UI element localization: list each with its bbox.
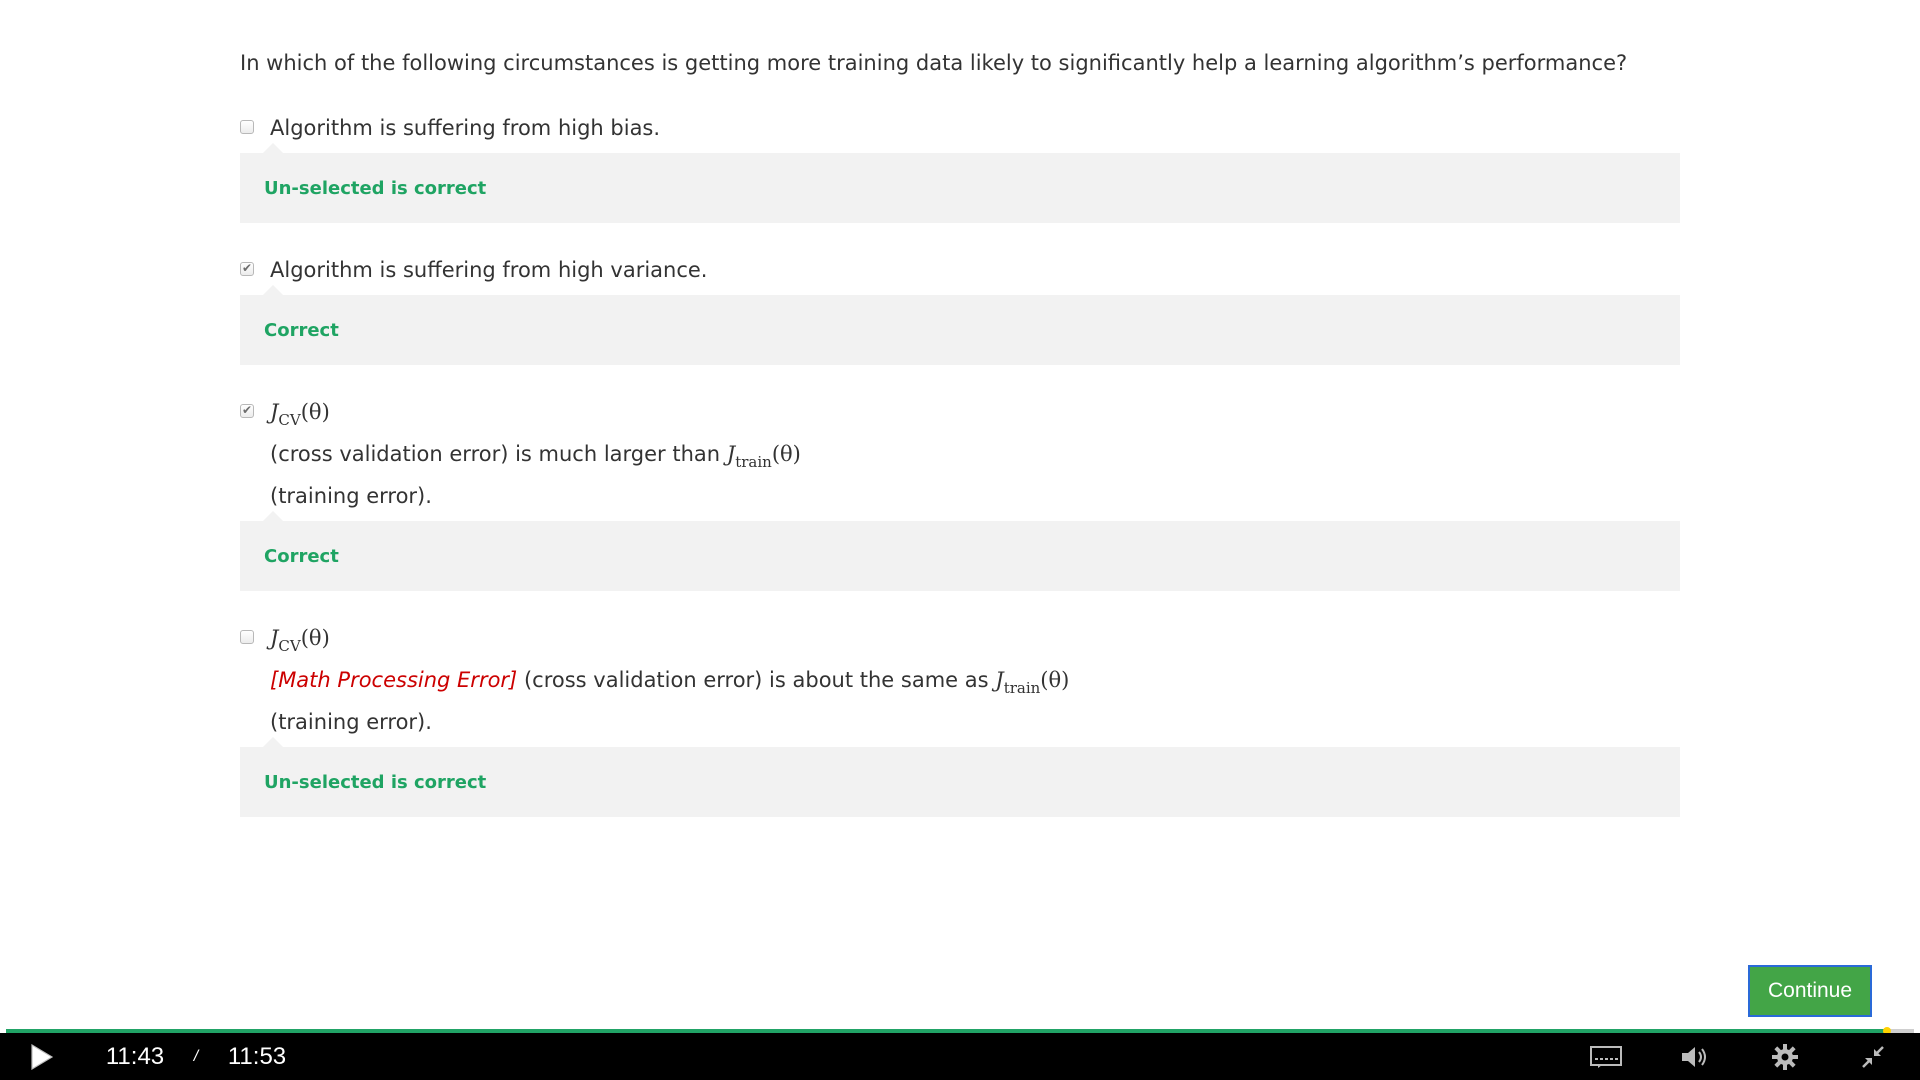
math-argument: (θ) [300,626,330,650]
option-3-text-line: (cross validation error) is much larger … [270,437,1680,479]
math-argument: (θ) [1040,668,1070,692]
math-processing-error: [Math Processing Error] [270,668,518,692]
option-1-label: Algorithm is suffering from high bias. [270,116,661,140]
option-3-mid-text: (cross validation error) is much larger … [270,442,721,466]
quiz-page: In which of the following circumstances … [0,0,1920,1080]
option-4-feedback: Un-selected is correct [240,737,1680,817]
option-4-end-text: (training error). [270,710,432,734]
time-separator: / [193,1047,199,1065]
option-4-checkbox[interactable] [240,630,254,644]
option-3-row[interactable]: JCV(θ) (cross validation error) is much … [240,395,1680,521]
option-4-formula-line: JCV(θ) [270,621,1680,663]
math-argument: (θ) [300,400,330,424]
video-controls: 11:43 / 11:53 [0,1033,1920,1080]
option-3-checkbox[interactable] [240,402,254,418]
captions-icon[interactable] [1588,1033,1624,1080]
j-train-formula: Jtrain(θ) [726,442,801,471]
current-time: 11:43 [105,1042,165,1070]
option-4-row[interactable]: JCV(θ) [Math Processing Error] (cross va… [240,621,1680,747]
option-3-end-text: (training error). [270,484,432,508]
exit-fullscreen-icon[interactable] [1856,1033,1890,1080]
question-text: In which of the following circumstances … [240,51,1628,75]
j-cv-formula: JCV(θ) [270,400,330,429]
gear-icon[interactable] [1768,1033,1802,1080]
duration-time: 11:53 [227,1042,287,1070]
option-2-row[interactable]: Algorithm is suffering from high varianc… [240,253,1680,295]
option-4-mid-text: (cross validation error) is about the sa… [523,668,989,692]
option-4: JCV(θ) [Math Processing Error] (cross va… [240,621,1680,817]
option-3: JCV(θ) (cross validation error) is much … [240,395,1680,591]
option-3-feedback: Correct [240,511,1680,591]
continue-button[interactable]: Continue [1748,965,1872,1017]
math-subscript: CV [278,637,301,655]
math-subscript: CV [278,411,301,429]
option-4-text-line: [Math Processing Error] (cross validatio… [270,663,1680,705]
option-1-feedback: Un-selected is correct [240,143,1680,223]
option-2-feedback: Correct [240,285,1680,365]
math-subscript: train [735,453,772,471]
j-train-formula: Jtrain(θ) [995,668,1070,697]
math-symbol: J [995,668,1004,692]
play-icon[interactable] [22,1033,62,1080]
math-argument: (θ) [771,442,801,466]
j-cv-formula: JCV(θ) [270,626,330,655]
math-symbol: J [726,442,736,466]
option-3-formula-line: JCV(θ) [270,395,1680,437]
volume-icon[interactable] [1678,1033,1712,1080]
option-2-checkbox[interactable] [240,260,254,276]
option-1-checkbox[interactable] [240,120,254,134]
option-2: Algorithm is suffering from high varianc… [240,253,1680,365]
option-2-label: Algorithm is suffering from high varianc… [270,258,708,282]
quiz-content: In which of the following circumstances … [240,46,1680,847]
option-1-row[interactable]: Algorithm is suffering from high bias. [240,111,1680,153]
math-subscript: train [1003,679,1041,697]
option-1: Algorithm is suffering from high bias. U… [240,111,1680,223]
